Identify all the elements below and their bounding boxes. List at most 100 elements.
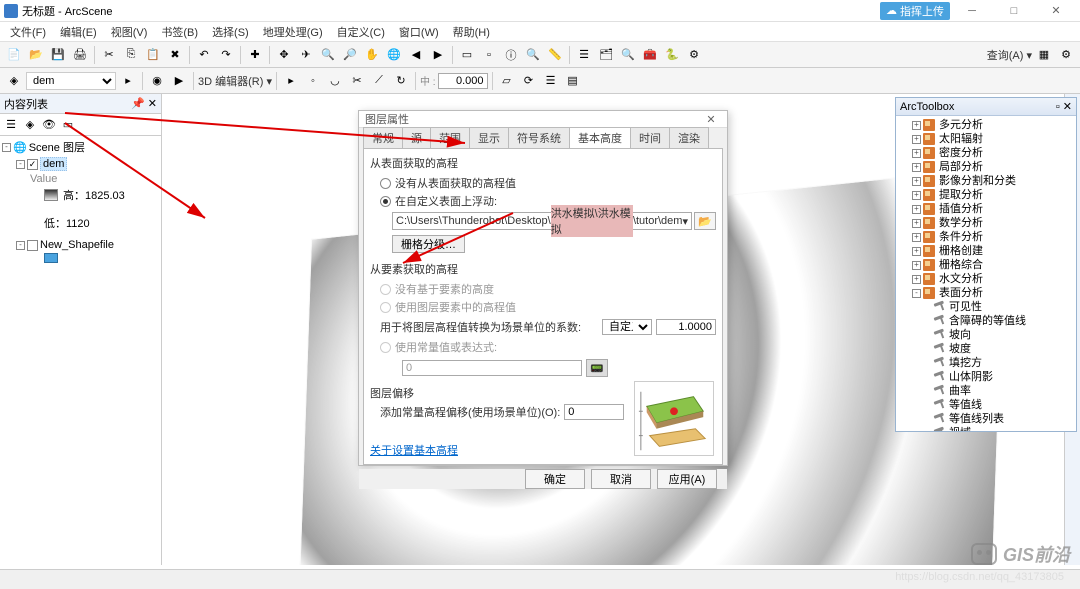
- toolbox-icon[interactable]: 🧰: [640, 45, 660, 65]
- split-icon[interactable]: ⟋: [369, 71, 389, 91]
- identify-icon[interactable]: ⓘ: [501, 45, 521, 65]
- tool-item[interactable]: 填挖方: [898, 356, 1074, 370]
- catalog-icon[interactable]: 🗂: [596, 45, 616, 65]
- tool-item[interactable]: 山体阴影: [898, 370, 1074, 384]
- print-icon[interactable]: 🖨: [70, 45, 90, 65]
- tab-symbology[interactable]: 符号系统: [508, 127, 570, 148]
- tool-item[interactable]: 等值线: [898, 398, 1074, 412]
- toc-icon[interactable]: ☰: [574, 45, 594, 65]
- expand-icon[interactable]: +: [912, 205, 921, 214]
- cut-icon[interactable]: ✂: [99, 45, 119, 65]
- scene-root[interactable]: - 🌐 Scene 图层: [2, 138, 159, 156]
- offset-input[interactable]: [564, 404, 624, 420]
- toolbox-item[interactable]: +密度分析: [898, 146, 1074, 160]
- model-icon[interactable]: ⚙: [684, 45, 704, 65]
- tab-display[interactable]: 显示: [469, 127, 509, 148]
- measure-icon[interactable]: 📏: [545, 45, 565, 65]
- redo-icon[interactable]: ↷: [216, 45, 236, 65]
- undo-icon[interactable]: ↶: [194, 45, 214, 65]
- radio-no-surface[interactable]: 没有从表面获取的高程值: [370, 174, 716, 192]
- menu-geoproc[interactable]: 地理处理(G): [257, 22, 329, 42]
- tab-time[interactable]: 时间: [630, 127, 670, 148]
- toolbox-item[interactable]: +多元分析: [898, 118, 1074, 132]
- tool-item[interactable]: 含障碍的等值线: [898, 314, 1074, 328]
- cut-poly-icon[interactable]: ✂: [347, 71, 367, 91]
- open-icon[interactable]: 📂: [26, 45, 46, 65]
- surface-path-input[interactable]: C:\Users\Thunderobot\Desktop\洪水模拟\洪水模拟\t…: [392, 212, 692, 230]
- animation-icon[interactable]: ▶: [169, 71, 189, 91]
- list-by-sel-icon[interactable]: ▭: [59, 116, 77, 134]
- delete-icon[interactable]: ✖: [165, 45, 185, 65]
- radio-icon[interactable]: [380, 178, 391, 189]
- expand-icon[interactable]: -: [912, 289, 921, 298]
- raster-resolution-button[interactable]: 栅格分级…: [392, 235, 465, 253]
- toolbox-item[interactable]: +条件分析: [898, 230, 1074, 244]
- add-data-icon[interactable]: ✚: [245, 45, 265, 65]
- sketch-props-icon[interactable]: ▤: [563, 71, 583, 91]
- expand-icon[interactable]: +: [912, 121, 921, 130]
- menu-edit[interactable]: 编辑(E): [54, 22, 103, 42]
- clear-sel-icon[interactable]: ▫: [479, 45, 499, 65]
- expand-icon[interactable]: +: [912, 247, 921, 256]
- select-icon[interactable]: ▭: [457, 45, 477, 65]
- toolbox-item[interactable]: +数学分析: [898, 216, 1074, 230]
- tool-item[interactable]: 视域: [898, 426, 1074, 431]
- options-icon[interactable]: ⚙: [1056, 45, 1076, 65]
- python-icon[interactable]: 🐍: [662, 45, 682, 65]
- menu-window[interactable]: 窗口(W): [393, 22, 445, 42]
- tool-item[interactable]: 坡度: [898, 342, 1074, 356]
- layer-dem[interactable]: - ✓ dem: [2, 156, 159, 172]
- tool-item[interactable]: 曲率: [898, 384, 1074, 398]
- zoomout-icon[interactable]: 🔎: [340, 45, 360, 65]
- tool-item[interactable]: 等值线列表: [898, 412, 1074, 426]
- tab-source[interactable]: 源: [402, 127, 431, 148]
- edit-vertex-icon[interactable]: ◦: [303, 71, 323, 91]
- expand-icon[interactable]: +: [912, 233, 921, 242]
- tab-extent[interactable]: 范围: [430, 127, 470, 148]
- menu-file[interactable]: 文件(F): [4, 22, 52, 42]
- list-by-vis-icon[interactable]: 👁: [40, 116, 58, 134]
- sketch-icon[interactable]: ▱: [497, 71, 517, 91]
- cloud-upload-button[interactable]: ☁ 指挥上传: [880, 2, 950, 20]
- expand-icon[interactable]: +: [912, 163, 921, 172]
- expand-icon[interactable]: +: [912, 261, 921, 270]
- nav-icon[interactable]: ✥: [274, 45, 294, 65]
- toolbox-item[interactable]: +提取分析: [898, 188, 1074, 202]
- menu-select[interactable]: 选择(S): [206, 22, 255, 42]
- expand-icon[interactable]: +: [912, 149, 921, 158]
- reshape-icon[interactable]: ◡: [325, 71, 345, 91]
- menu-help[interactable]: 帮助(H): [447, 22, 496, 42]
- ok-button[interactable]: 确定: [525, 469, 585, 489]
- search-label[interactable]: 查询(A) ▾: [987, 47, 1032, 63]
- source-icon[interactable]: ▸: [118, 71, 138, 91]
- find-icon[interactable]: 🔍: [523, 45, 543, 65]
- toolbox-item[interactable]: +插值分析: [898, 202, 1074, 216]
- expand-icon[interactable]: +: [912, 219, 921, 228]
- expand-icon[interactable]: +: [912, 275, 921, 284]
- tab-general[interactable]: 常规: [363, 127, 403, 148]
- layer-select[interactable]: dem: [26, 72, 116, 90]
- list-by-source-icon[interactable]: ◈: [21, 116, 39, 134]
- dialog-titlebar[interactable]: 图层属性 ✕: [359, 111, 727, 128]
- save-icon[interactable]: 💾: [48, 45, 68, 65]
- list-by-draw-icon[interactable]: ☰: [2, 116, 20, 134]
- close-button[interactable]: ✕: [1036, 1, 1076, 21]
- coord-value[interactable]: [438, 73, 488, 89]
- dialog-close-icon[interactable]: ✕: [701, 113, 721, 126]
- expand-icon[interactable]: +: [912, 191, 921, 200]
- edit-tool-icon[interactable]: ▸: [281, 71, 301, 91]
- tool-item[interactable]: 可见性: [898, 300, 1074, 314]
- trace-icon[interactable]: ⟳: [519, 71, 539, 91]
- browse-button[interactable]: 📂: [694, 212, 716, 230]
- toolbox-item[interactable]: +水文分析: [898, 272, 1074, 286]
- toolbox-item[interactable]: +太阳辐射: [898, 132, 1074, 146]
- toolbox-item[interactable]: +栅格综合: [898, 258, 1074, 272]
- fly-icon[interactable]: ✈: [296, 45, 316, 65]
- toolbox-item[interactable]: +栅格创建: [898, 244, 1074, 258]
- new-icon[interactable]: 📄: [4, 45, 24, 65]
- radio-icon[interactable]: [380, 196, 391, 207]
- apply-button[interactable]: 应用(A): [657, 469, 717, 489]
- toolbox-item[interactable]: -表面分析: [898, 286, 1074, 300]
- cancel-button[interactable]: 取消: [591, 469, 651, 489]
- table-icon[interactable]: ▦: [1034, 45, 1054, 65]
